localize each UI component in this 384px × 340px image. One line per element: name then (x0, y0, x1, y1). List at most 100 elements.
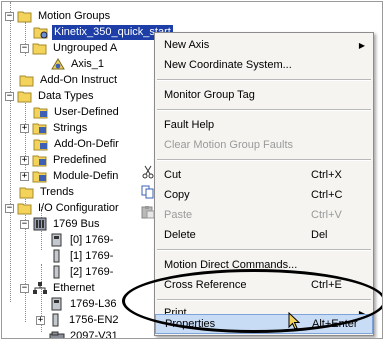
menu-separator (157, 159, 371, 161)
collapse-icon[interactable]: − (20, 43, 29, 53)
project-organizer-panel: − Motion Groups Kinetix_350_quick_start … (1, 1, 383, 339)
tree-node-slot-2[interactable]: [2] 1769- (49, 264, 115, 280)
menu-shortcut: Alt+Enter (312, 318, 358, 330)
collapse-icon[interactable]: − (20, 219, 29, 229)
tree-node-strings[interactable]: + Strings (20, 120, 89, 136)
menu-item-label: Cross Reference (164, 279, 247, 291)
menu-item-label: Motion Direct Commands... (164, 259, 298, 271)
tree-node-ethernet[interactable]: − Ethernet (20, 280, 97, 296)
tree-node-addon-instructions[interactable]: Add-On Instruct (19, 72, 119, 88)
tree-node-slot-0[interactable]: [0] 1769- (49, 232, 115, 248)
expand-icon[interactable]: + (20, 171, 29, 181)
tree-label: Ungrouped A (53, 41, 118, 54)
collapse-icon[interactable]: − (5, 91, 14, 101)
expand-icon[interactable]: + (20, 123, 29, 133)
network-icon (33, 282, 47, 294)
axis-icon (51, 58, 65, 70)
tree-node-user-defined[interactable]: User-Defined (33, 104, 121, 120)
module-icon (51, 297, 62, 311)
tree-label: Add-On-Defir (54, 137, 119, 150)
menu-item-label: Monitor Group Tag (164, 89, 255, 101)
menu-item-motion-direct-commands[interactable]: Motion Direct Commands... (155, 255, 373, 275)
menu-separator (157, 79, 371, 81)
folder-icon (19, 187, 34, 199)
submenu-arrow-icon: ▶ (358, 40, 365, 50)
tree-node-1769-bus[interactable]: − 1769 Bus (20, 216, 101, 232)
menu-item-cross-reference[interactable]: Cross Reference Ctrl+E (155, 275, 373, 295)
menu-shortcut: Ctrl+V (311, 209, 342, 221)
drive-icon (49, 331, 65, 338)
tree-label: User-Defined (54, 105, 119, 118)
tree-node-module-defined[interactable]: + Module-Defin (20, 168, 120, 184)
tree-label: 1756-EN2 (69, 313, 119, 326)
tree-label: Data Types (38, 89, 94, 102)
menu-item-label: Fault Help (164, 119, 215, 131)
data-type-folder-icon (33, 107, 48, 119)
menu-item-delete[interactable]: Delete Del (155, 225, 373, 245)
tree-node-slot-1[interactable]: [1] 1769- (49, 248, 115, 264)
collapse-icon[interactable]: − (20, 283, 29, 293)
mouse-cursor-icon (288, 312, 301, 330)
tree-label: Axis_1 (71, 57, 105, 70)
tree-label: Module-Defin (53, 169, 119, 182)
menu-item-label: Paste (164, 209, 193, 221)
tree-node-io-configuration[interactable]: − I/O Configuratior (5, 200, 121, 216)
menu-shortcut: Ctrl+C (311, 189, 343, 201)
tree-label: Strings (53, 121, 88, 134)
menu-item-label: Copy (164, 189, 190, 201)
tree-label: [2] 1769- (70, 265, 114, 278)
tree-node-ethernet-1756[interactable]: + 1756-EN2 (36, 312, 121, 328)
tree-node-ethernet-2097[interactable]: 2097-V31 (49, 328, 120, 339)
motion-group-icon (33, 27, 48, 39)
menu-shortcut: Ctrl+X (311, 169, 342, 181)
menu-item-new-axis[interactable]: New Axis ▶ (155, 35, 373, 55)
tree-node-predefined[interactable]: + Predefined (20, 152, 108, 168)
data-type-folder-icon (33, 139, 48, 151)
paste-icon (141, 205, 155, 219)
menu-separator (157, 249, 371, 251)
menu-shortcut: Ctrl+E (311, 279, 342, 291)
tree-label: Ethernet (53, 281, 95, 294)
menu-item-cut[interactable]: Cut Ctrl+X (155, 165, 373, 185)
data-type-folder-icon (32, 123, 47, 135)
menu-item-paste: Paste Ctrl+V (155, 205, 373, 225)
menu-separator (157, 109, 371, 111)
expand-icon[interactable]: + (20, 155, 29, 165)
tree-label: [1] 1769- (70, 249, 114, 262)
tree-label: 1769-L36 (70, 297, 117, 310)
tree-node-trends[interactable]: Trends (19, 184, 76, 200)
menu-item-label: New Axis (164, 39, 210, 51)
tree-node-axis-1[interactable]: Axis_1 (50, 56, 106, 72)
tree-label: Add-On Instruct (40, 73, 118, 86)
menu-item-label: Clear Motion Group Faults (164, 139, 293, 151)
collapse-icon[interactable]: − (5, 203, 14, 213)
tree-node-ethernet-1769[interactable]: 1769-L36 (49, 296, 119, 312)
collapse-icon[interactable]: − (5, 11, 14, 21)
tree-label: 2097-V31 (70, 329, 118, 339)
menu-item-new-coordinate-system[interactable]: New Coordinate System... (155, 55, 373, 75)
folder-open-icon (17, 11, 32, 23)
menu-item-copy[interactable]: Copy Ctrl+C (155, 185, 373, 205)
menu-item-label: Delete (164, 229, 196, 241)
expand-icon[interactable]: + (36, 315, 45, 325)
data-type-folder-icon (32, 171, 47, 183)
menu-item-monitor-group-tag[interactable]: Monitor Group Tag (155, 85, 373, 105)
io-module-icon (53, 249, 60, 263)
menu-item-properties[interactable]: Properties Alt+Enter (155, 314, 373, 334)
menu-item-fault-help[interactable]: Fault Help (155, 115, 373, 135)
tree-label: Predefined (53, 153, 107, 166)
data-type-folder-icon (32, 155, 47, 167)
tree-node-data-types[interactable]: − Data Types (5, 88, 95, 104)
cut-icon (142, 165, 154, 179)
tree-node-addon-defined[interactable]: Add-On-Defir (33, 136, 121, 152)
tree-node-kinetix[interactable]: Kinetix_350_quick_start (33, 24, 173, 40)
bus-icon (33, 217, 47, 231)
copy-icon (141, 185, 155, 199)
tree-label: 1769 Bus (53, 217, 100, 230)
tree-label: I/O Configuratior (38, 201, 119, 214)
folder-open-icon (17, 91, 32, 103)
tree-node-ungrouped-axes[interactable]: − Ungrouped A (20, 40, 119, 56)
folder-icon (19, 75, 34, 87)
folder-open-icon (17, 203, 32, 215)
tree-node-motion-groups[interactable]: − Motion Groups (5, 8, 112, 24)
